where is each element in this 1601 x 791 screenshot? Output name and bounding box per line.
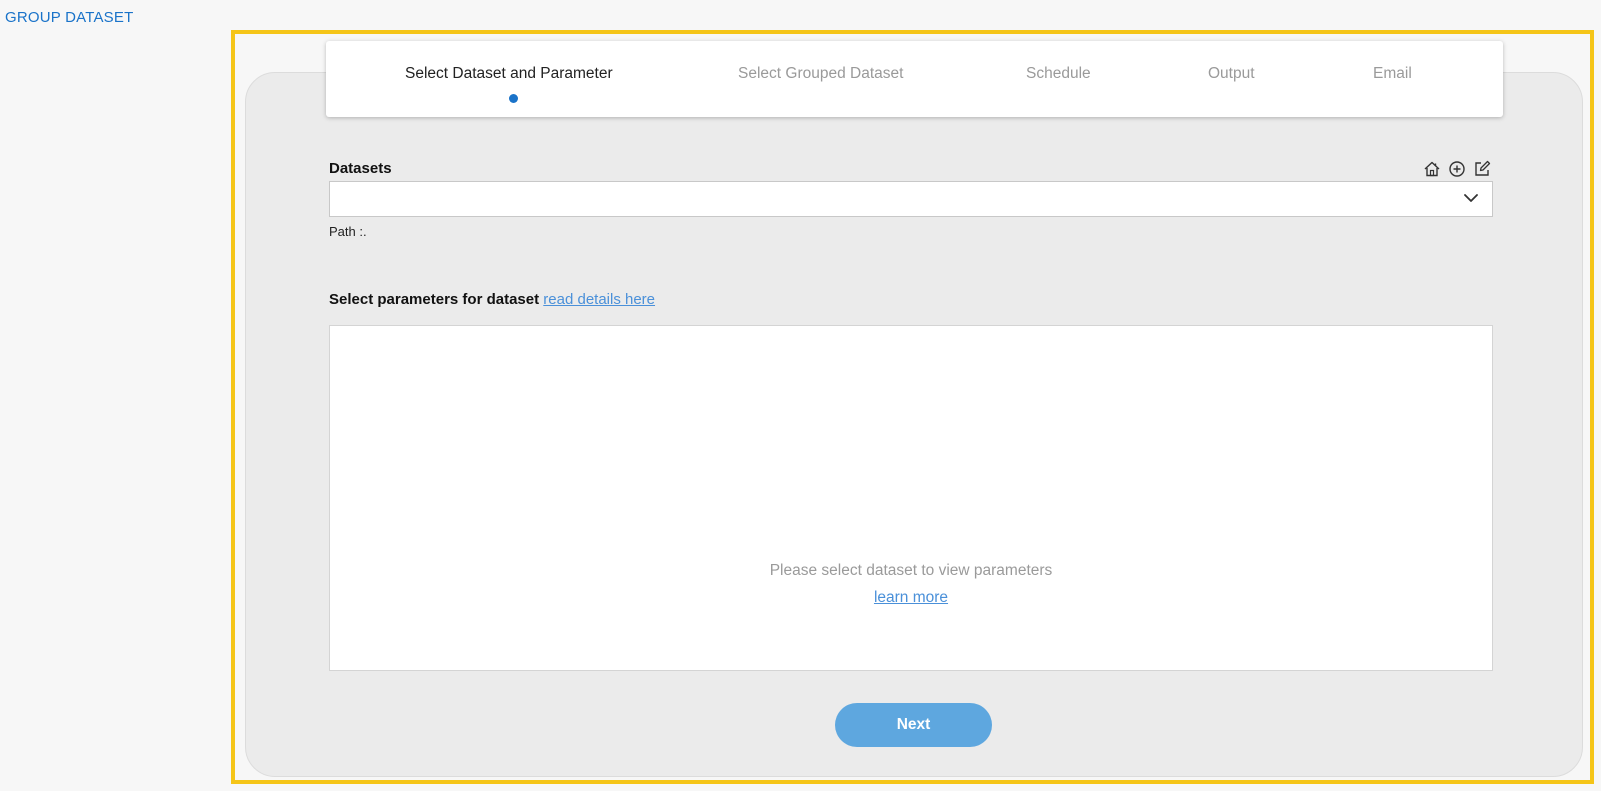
parameters-label: Select parameters for dataset (329, 291, 540, 308)
page-title: GROUP DATASET (5, 9, 134, 26)
home-icon[interactable] (1423, 160, 1441, 178)
active-step-indicator (509, 94, 518, 103)
learn-more-link[interactable]: learn more (874, 589, 948, 606)
step-select-dataset[interactable]: Select Dataset and Parameter (405, 65, 613, 83)
step-select-grouped-dataset[interactable]: Select Grouped Dataset (738, 65, 903, 83)
next-button[interactable]: Next (835, 703, 992, 747)
empty-parameters-message: Please select dataset to view parameters (769, 562, 1053, 579)
step-schedule[interactable]: Schedule (1026, 65, 1091, 83)
step-email[interactable]: Email (1373, 65, 1412, 83)
add-circle-icon[interactable] (1448, 160, 1466, 178)
edit-icon[interactable] (1473, 160, 1491, 178)
datasets-dropdown[interactable] (329, 181, 1493, 217)
wizard-stepper: Select Dataset and Parameter Select Grou… (326, 41, 1503, 117)
dataset-path: Path :. (329, 224, 367, 239)
chevron-down-icon (1464, 194, 1478, 202)
parameters-heading: Select parameters for dataset read detai… (329, 291, 655, 308)
read-details-link[interactable]: read details here (543, 291, 655, 308)
parameters-panel: Please select dataset to view parameters… (329, 325, 1493, 671)
datasets-label: Datasets (329, 160, 392, 177)
step-output[interactable]: Output (1208, 65, 1255, 83)
